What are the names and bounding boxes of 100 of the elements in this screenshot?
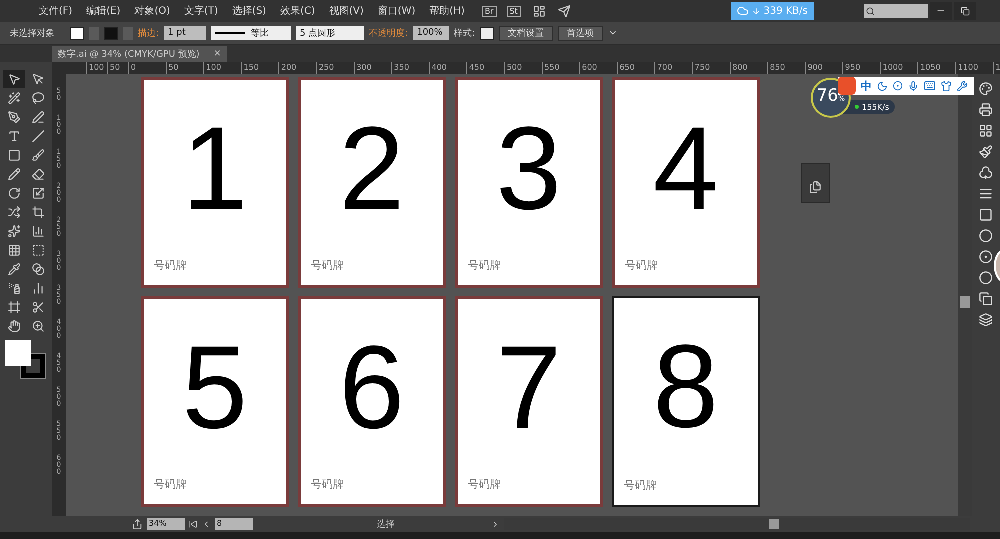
brush-field[interactable]: 5 点圆形 <box>296 26 364 40</box>
tool-button[interactable] <box>3 70 25 88</box>
next-icon[interactable] <box>491 520 500 528</box>
microphone-icon[interactable] <box>908 80 919 92</box>
logo-icon <box>838 77 856 95</box>
search-field[interactable] <box>864 4 928 18</box>
layers-icon[interactable] <box>979 313 993 327</box>
artboard-label: 号码牌 <box>624 478 657 493</box>
artboard-label: 号码牌 <box>154 477 187 492</box>
app-badge[interactable]: St <box>506 6 521 16</box>
circle-icon[interactable] <box>979 271 993 285</box>
app-badge[interactable]: Br <box>482 6 497 16</box>
rotate-tool-icon <box>8 186 20 200</box>
opacity-field[interactable]: 100% <box>413 26 450 40</box>
artboard-number: 2 <box>339 110 405 228</box>
menu-item[interactable]: 选择(S) <box>225 4 274 18</box>
menu-item[interactable]: 视图(V) <box>322 4 371 18</box>
menu-item[interactable]: 窗口(W) <box>370 4 423 18</box>
brush-icon[interactable] <box>979 145 993 159</box>
stroke-weight-field[interactable]: 1 pt <box>164 26 206 40</box>
magic-wand-tool-icon <box>8 92 20 104</box>
club-icon[interactable] <box>979 166 993 180</box>
pencil-tool-icon <box>8 168 20 180</box>
shirt-icon[interactable] <box>941 80 952 92</box>
artboard-label: 号码牌 <box>154 258 187 273</box>
stroke-swatch[interactable] <box>104 26 118 40</box>
horizontal-ruler: 100 50 0 50 100 150 200 250 300 350 400 450 500 550 600 650 700 750 800 850 900 950 1000 1050 1100 1 <box>52 62 1000 74</box>
artboard-label: 号码牌 <box>311 258 344 273</box>
status-text: 选择 <box>377 518 396 530</box>
moon-icon[interactable] <box>877 80 888 92</box>
menu-item[interactable]: 对象(O) <box>128 4 178 18</box>
zoom-field[interactable]: 34% <box>147 518 185 530</box>
eyedropper-tool-icon <box>8 262 20 276</box>
selection-status: 未选择对象 <box>10 28 55 40</box>
menu-item[interactable]: 帮助(H) <box>422 4 472 18</box>
artboard-number: 4 <box>653 110 719 228</box>
menu-item[interactable]: 编辑(E) <box>80 4 128 18</box>
cloud-icon <box>736 5 749 17</box>
symbol-sprayer-tool-icon <box>8 282 20 294</box>
eraser-tool-icon <box>32 168 44 180</box>
workspace-icon[interactable] <box>532 4 546 18</box>
paper-plane-icon[interactable] <box>558 4 571 18</box>
column-graph-tool-icon <box>32 282 44 294</box>
grid-icon[interactable] <box>979 124 993 138</box>
artboard-number: 8 <box>653 328 719 446</box>
paintbrush-tool-icon <box>32 148 44 162</box>
hand-tool-icon <box>8 320 20 332</box>
restore-button[interactable] <box>954 2 976 20</box>
artboard-label: 号码牌 <box>311 477 344 492</box>
download-speed: 339 KB/s <box>764 6 808 16</box>
previous-icon[interactable] <box>202 520 211 528</box>
restore-icon <box>960 6 970 16</box>
toolbar-button[interactable]: 文档设置 <box>499 26 554 40</box>
lines-icon[interactable] <box>979 187 993 201</box>
usage-percent: 76 <box>816 86 838 106</box>
lasso-tool-icon <box>32 92 44 104</box>
zoom-tool-icon <box>32 320 44 332</box>
input-mode[interactable]: 中 <box>861 78 872 94</box>
opacity-label: 不透明度: <box>369 28 408 40</box>
menu-item[interactable]: 效果(C) <box>273 4 322 18</box>
line-tool-icon <box>32 130 44 142</box>
scroll-thumb[interactable] <box>769 519 779 529</box>
blend-tool-icon <box>32 262 44 276</box>
circle-icon[interactable] <box>979 229 993 243</box>
document-tab[interactable]: 数字.ai @ 34% (CMYK/GPU 预览) × <box>52 46 228 62</box>
direct-selection-tool-icon <box>32 72 44 86</box>
artboard-field[interactable]: 8 <box>215 518 253 530</box>
stroke-color-swatch[interactable] <box>21 354 45 378</box>
copy-icon[interactable] <box>979 292 993 306</box>
circle-dot-icon[interactable] <box>979 250 993 264</box>
selection-tool-icon <box>8 72 20 86</box>
artboard-label: 号码牌 <box>468 477 501 492</box>
square-icon[interactable] <box>979 208 993 222</box>
menu-item[interactable]: 文件(F) <box>32 4 80 18</box>
type-tool-icon <box>8 130 20 142</box>
artboard-number: 7 <box>496 329 562 447</box>
menu-item[interactable]: 文字(T) <box>177 4 226 18</box>
scroll-thumb[interactable] <box>960 296 970 308</box>
download-icon <box>752 6 761 16</box>
keyboard-icon[interactable] <box>924 80 936 92</box>
toolbar-button[interactable]: 首选项 <box>558 26 604 40</box>
scale-tool-icon <box>32 186 44 200</box>
first-icon[interactable] <box>189 520 198 528</box>
artboard-label: 号码牌 <box>468 258 501 273</box>
artboard-number: 3 <box>496 110 562 228</box>
fill-swatch[interactable] <box>70 26 84 40</box>
artboard-number: 6 <box>339 329 405 447</box>
printer-icon[interactable] <box>979 103 993 117</box>
share-icon[interactable] <box>132 518 143 530</box>
palette-icon[interactable] <box>979 82 993 96</box>
stroke-profile-field[interactable]: 等比 <box>211 26 292 40</box>
wrench-icon[interactable] <box>957 80 968 92</box>
artboard-label: 号码牌 <box>625 258 658 273</box>
fill-color-swatch[interactable] <box>5 340 31 366</box>
search-icon <box>866 6 875 16</box>
graph-tool-icon <box>32 224 44 238</box>
artboard-number: 1 <box>182 110 248 228</box>
stroke-label: 描边: <box>138 28 160 40</box>
artboard-number: 5 <box>182 329 248 447</box>
style-swatch[interactable] <box>480 26 494 40</box>
